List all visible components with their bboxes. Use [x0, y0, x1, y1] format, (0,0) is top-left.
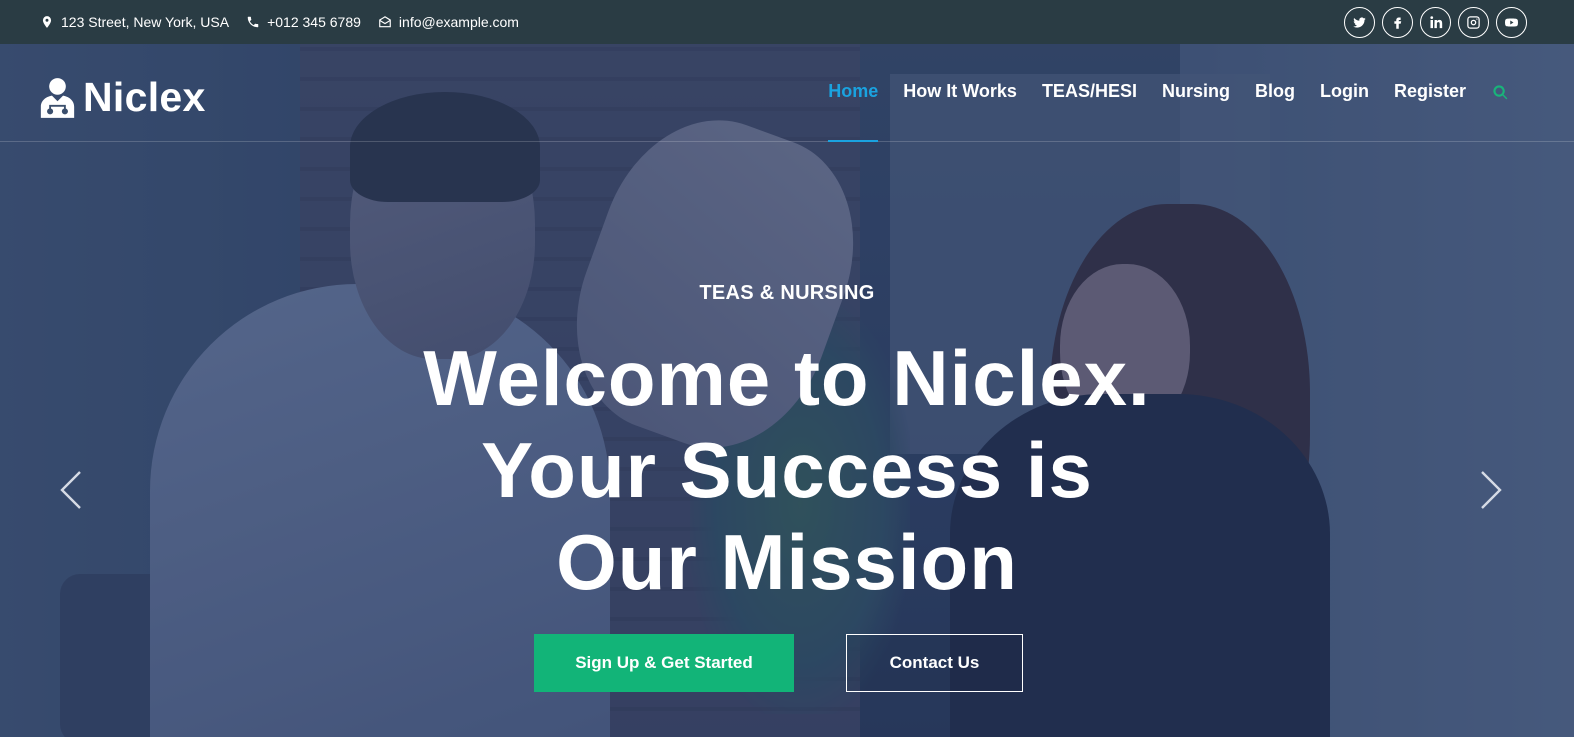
facebook-icon [1394, 17, 1402, 29]
chevron-left-icon [60, 471, 81, 509]
carousel-prev-button[interactable] [56, 468, 86, 512]
nav-item-blog[interactable]: Blog [1255, 81, 1295, 142]
map-marker-icon [42, 16, 52, 28]
headline-line-2: Your Success is [481, 426, 1093, 514]
headline-line-1: Welcome to Niclex. [423, 334, 1151, 422]
instagram-button[interactable] [1458, 6, 1489, 38]
email-item[interactable]: info@example.com [378, 14, 519, 30]
nav-item-login[interactable]: Login [1320, 81, 1369, 142]
phone-text: +012 345 6789 [267, 14, 361, 30]
envelope-open-icon [379, 16, 391, 28]
linkedin-icon [1430, 15, 1443, 28]
twitter-button[interactable] [1344, 6, 1375, 38]
nav-item-home[interactable]: Home [828, 81, 879, 142]
address-item: 123 Street, New York, USA [40, 14, 229, 30]
nav-item-teas-hesi[interactable]: TEAS/HESI [1042, 81, 1137, 142]
linkedin-button[interactable] [1420, 6, 1451, 38]
facebook-button[interactable] [1382, 6, 1413, 38]
email-text: info@example.com [398, 14, 519, 30]
headline-line-3: Our Mission [556, 518, 1018, 606]
nav-item-nursing[interactable]: Nursing [1162, 81, 1230, 142]
brand-logo[interactable]: Niclex [39, 74, 206, 121]
twitter-icon [1353, 16, 1366, 28]
nav-menu: Home How It Works TEAS/HESI Nursing Blog… [828, 81, 1466, 142]
main-navbar: Niclex Home How It Works TEAS/HESI Nursi… [0, 44, 1574, 142]
address-text: 123 Street, New York, USA [61, 14, 230, 30]
chevron-right-icon [1481, 471, 1502, 509]
search-button[interactable] [1492, 84, 1510, 102]
youtube-icon [1505, 18, 1518, 26]
nav-item-how-it-works[interactable]: How It Works [903, 81, 1017, 142]
carousel-next-button[interactable] [1476, 468, 1506, 512]
contact-info: 123 Street, New York, USA +012 345 6789 … [40, 14, 519, 30]
sign-up-button[interactable]: Sign Up & Get Started [534, 634, 794, 692]
doctor-icon [40, 78, 75, 118]
top-bar: 123 Street, New York, USA +012 345 6789 … [0, 0, 1574, 44]
instagram-icon [1467, 15, 1480, 29]
contact-us-button[interactable]: Contact Us [846, 634, 1023, 692]
social-links [1344, 6, 1527, 38]
phone-icon [247, 16, 259, 28]
nav-item-register[interactable]: Register [1394, 81, 1466, 142]
youtube-button[interactable] [1496, 6, 1527, 38]
hero-eyebrow: TEAS & NURSING [699, 282, 875, 304]
search-icon [1493, 85, 1508, 100]
phone-item[interactable]: +012 345 6789 [246, 14, 361, 30]
hero-headline: Welcome to Niclex. Your Success is Our M… [0, 332, 1574, 608]
brand-name: Niclex [83, 74, 206, 120]
